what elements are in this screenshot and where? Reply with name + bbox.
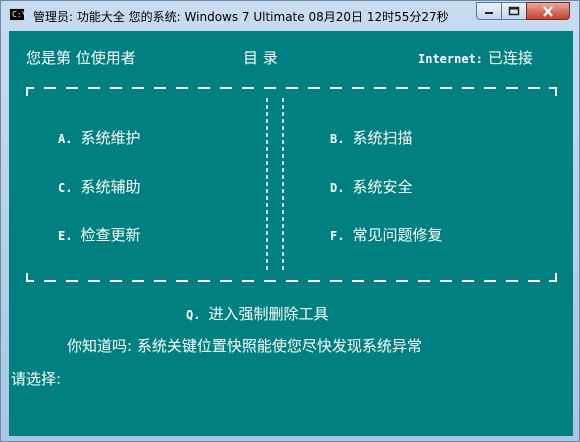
- menu-item-a-label: 系统维护: [80, 129, 141, 147]
- menu-item-f-key: F.: [330, 229, 345, 243]
- menu-item-c-label: 系统辅助: [80, 178, 141, 196]
- menu-item-f[interactable]: F. 常见问题修复: [330, 224, 442, 245]
- menu-item-e-label: 检查更新: [80, 226, 141, 244]
- menu-item-a-key: A.: [58, 132, 73, 146]
- menu-item-c[interactable]: C. 系统辅助: [58, 176, 140, 197]
- title-bar[interactable]: C:\ 管理员: 功能大全 您的系统: Windows 7 Ultimate 0…: [1, 1, 579, 31]
- menu-item-a[interactable]: A. 系统维护: [58, 127, 140, 148]
- menu-item-d-label: 系统安全: [352, 178, 413, 196]
- menu-item-d[interactable]: D. 系统安全: [330, 176, 412, 197]
- menu-item-e[interactable]: E. 检查更新: [58, 224, 140, 245]
- maximize-icon: [508, 6, 520, 16]
- console-area[interactable]: 您是第 位使用者 目 录 Internet: 已连接 A. 系统维护 B. 系统扫描…: [9, 31, 573, 436]
- maximize-button[interactable]: [501, 2, 527, 20]
- menu-item-f-label: 常见问题修复: [352, 226, 443, 244]
- menu-item-d-key: D.: [330, 181, 345, 195]
- minimize-button[interactable]: [476, 2, 502, 20]
- close-button[interactable]: [526, 2, 570, 20]
- close-icon: [543, 5, 553, 17]
- menu-item-b-label: 系统扫描: [352, 129, 413, 147]
- menu-item-b-key: B.: [330, 132, 345, 146]
- console-app-icon[interactable]: C:\: [9, 8, 27, 21]
- console-window: C:\ 管理员: 功能大全 您的系统: Windows 7 Ultimate 0…: [0, 0, 580, 442]
- menu-item-q[interactable]: Q. 进入强制删除工具: [186, 303, 328, 324]
- menu-item-q-label: 进入强制删除工具: [208, 305, 329, 323]
- menu-item-b[interactable]: B. 系统扫描: [330, 127, 412, 148]
- menu-item-e-key: E.: [58, 229, 73, 243]
- menu-item-q-key: Q.: [186, 308, 201, 322]
- tip-text: 你知道吗: 系统关键位置快照能使您尽快发现系统异常: [67, 337, 422, 355]
- minimize-icon: [485, 12, 493, 14]
- menu-frame: [26, 87, 557, 282]
- window-title: 管理员: 功能大全 您的系统: Windows 7 Ultimate 08月20…: [33, 10, 449, 24]
- console-app-icon-text: C:\: [12, 10, 27, 19]
- menu-item-c-key: C.: [58, 181, 73, 195]
- selection-prompt[interactable]: 请选择:: [11, 368, 61, 389]
